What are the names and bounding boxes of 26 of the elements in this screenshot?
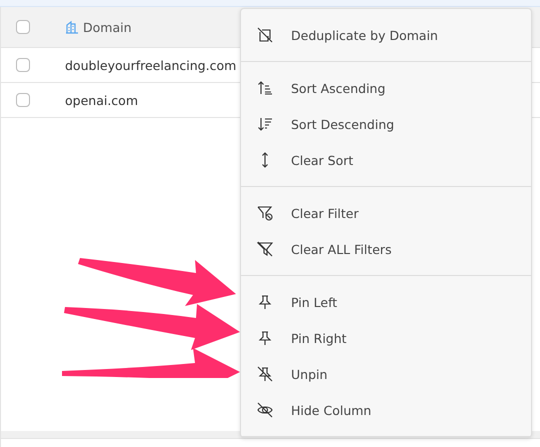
building-icon	[65, 20, 79, 34]
menu-item[interactable]: Hide Column	[241, 392, 531, 428]
table-cell: doubleyourfreelancing.com	[65, 58, 236, 72]
menu-item[interactable]: Clear ALL Filters	[241, 231, 531, 267]
crossed-copy-icon	[257, 27, 273, 43]
menu-item[interactable]: Clear Filter	[241, 195, 531, 231]
pin-icon	[257, 330, 273, 346]
hidden-eye-icon	[257, 402, 273, 418]
menu-item[interactable]: Clear Sort	[241, 142, 531, 178]
row-checkbox[interactable]	[16, 93, 30, 107]
pin-icon	[257, 294, 273, 310]
sort-descending-icon	[257, 116, 273, 132]
crossed-filter-icon	[257, 241, 273, 257]
filter-clear-icon	[257, 205, 273, 221]
menu-item[interactable]: Sort Ascending	[241, 70, 531, 106]
menu-item[interactable]: Deduplicate by Domain	[241, 17, 531, 53]
menu-item[interactable]: Sort Descending	[241, 106, 531, 142]
column-header[interactable]: Domain	[83, 20, 132, 34]
menu-item[interactable]: Unpin	[241, 356, 531, 392]
menu-item[interactable]: Pin Left	[241, 284, 531, 320]
sort-ascending-icon	[257, 80, 273, 96]
menu-item[interactable]: Pin Right	[241, 320, 531, 356]
select-all-checkbox[interactable]	[16, 20, 30, 34]
crossed-pin-icon	[257, 366, 273, 382]
table-cell: openai.com	[65, 92, 138, 108]
row-checkbox[interactable]	[16, 58, 30, 72]
